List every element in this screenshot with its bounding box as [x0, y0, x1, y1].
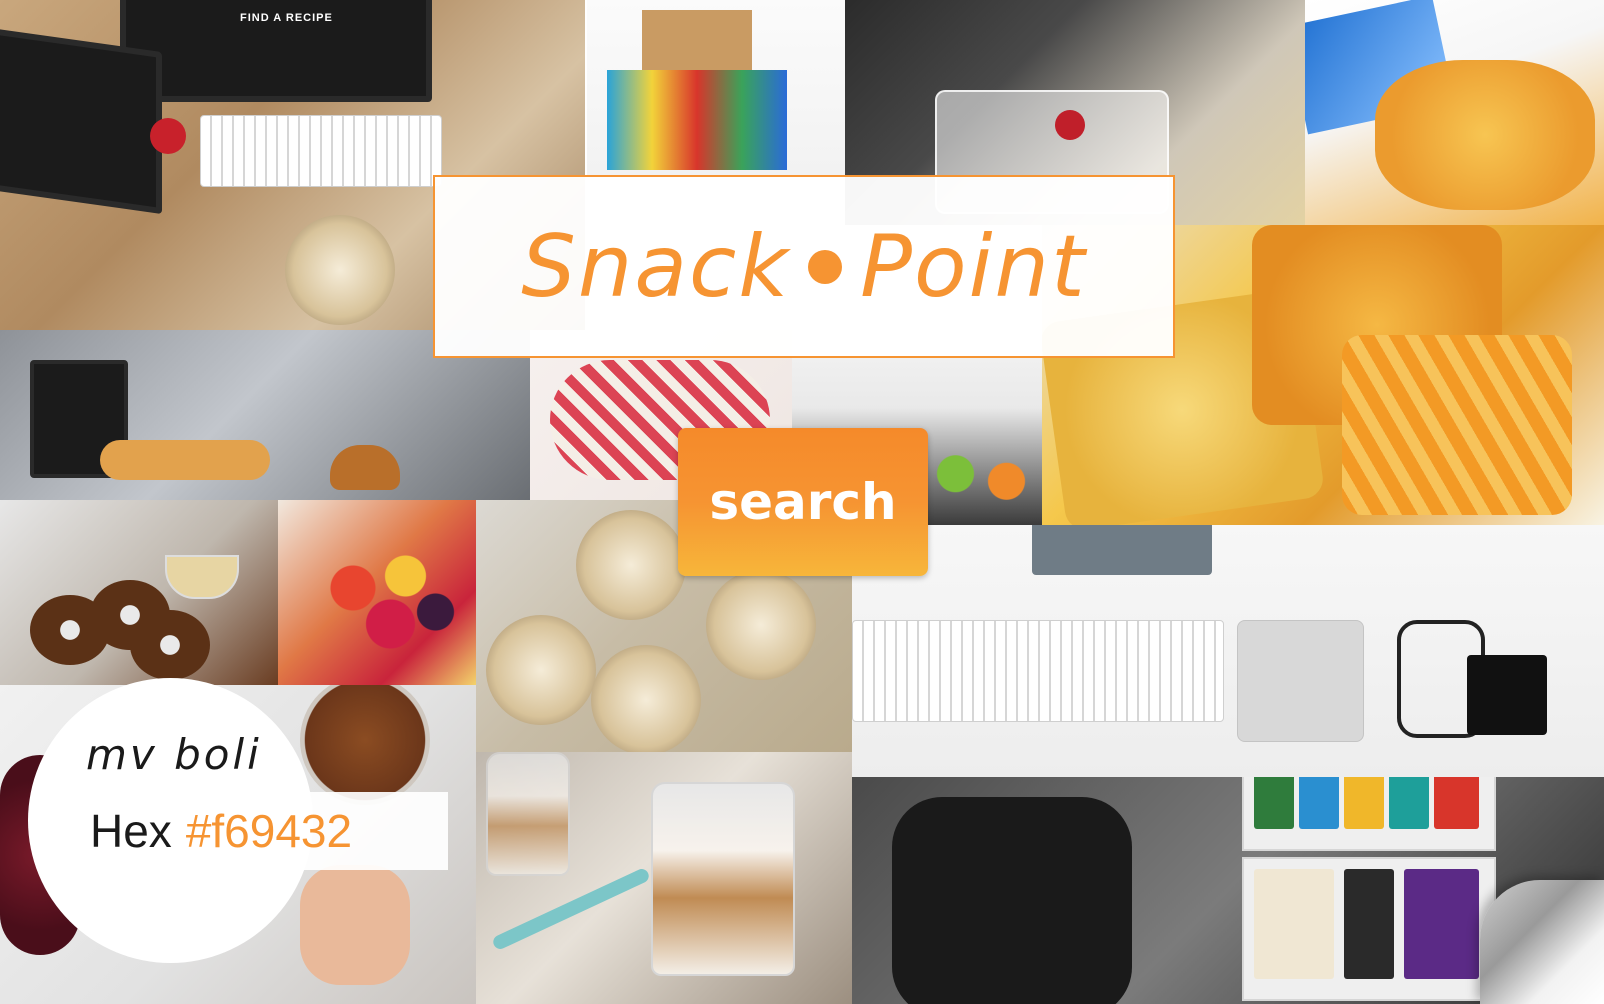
drawer-shape — [1242, 857, 1496, 1001]
photo-ridged-chips — [1305, 0, 1604, 225]
font-name-label: mv boli — [86, 730, 262, 779]
photo-snack-box — [587, 0, 845, 175]
snack-bag-shape — [1032, 525, 1212, 575]
tea-cup-shape — [165, 555, 239, 599]
brand-word-snack: Snack — [521, 216, 791, 317]
bowl-shape — [285, 215, 395, 325]
white-keyboard-shape — [852, 620, 1224, 722]
brand-dot-icon — [808, 249, 843, 284]
popcorn-bowl-shape — [591, 645, 701, 752]
wallet-shape — [1467, 655, 1547, 735]
box-lid-shape — [642, 10, 752, 70]
photo-gummies — [278, 500, 476, 685]
hex-value: #f69432 — [185, 805, 353, 857]
search-button[interactable]: search — [678, 428, 928, 576]
photo-white-desk — [852, 525, 1604, 777]
brand-word-point: Point — [860, 216, 1087, 317]
tomato-shape — [1055, 110, 1085, 140]
burger-shape — [330, 445, 400, 490]
snack-point-collage: FIND A RECIPE Snack Point search mv boli… — [0, 0, 1604, 1004]
spoon-shape — [491, 866, 651, 952]
gummy-candy-shape — [308, 540, 458, 660]
hand-shape — [300, 865, 410, 985]
photo-parfait-jars — [476, 752, 852, 1004]
hex-color-row: Hex #f69432 — [70, 792, 448, 870]
laptop-shape — [0, 27, 162, 215]
pecan-bowl-shape — [300, 685, 430, 805]
snack-packs-shape — [607, 70, 787, 170]
chair-shape — [892, 797, 1132, 1004]
donut-shape — [130, 610, 210, 680]
popcorn-bowl-shape — [576, 510, 686, 620]
popcorn-bowl-shape — [706, 570, 816, 680]
popcorn-bowl-shape — [486, 615, 596, 725]
chips-pile-shape — [1375, 60, 1595, 210]
parfait-jar-shape — [486, 752, 570, 876]
cheese-puffs-shape — [1342, 335, 1572, 515]
hex-label: Hex — [90, 805, 172, 857]
logo-banner: Snack Point — [433, 175, 1175, 358]
trackpad-shape — [1237, 620, 1364, 742]
apple-shape — [150, 118, 186, 154]
photo-donuts-tea — [0, 500, 278, 685]
pizza-tray-shape — [100, 440, 270, 480]
keyboard-shape — [200, 115, 442, 187]
page-curl-decoration — [1480, 880, 1604, 1004]
recipe-caption: FIND A RECIPE — [240, 12, 333, 24]
parfait-jar-shape — [651, 782, 795, 976]
drawer-shape — [1242, 777, 1496, 851]
brand-logo: Snack Point — [521, 217, 1087, 317]
